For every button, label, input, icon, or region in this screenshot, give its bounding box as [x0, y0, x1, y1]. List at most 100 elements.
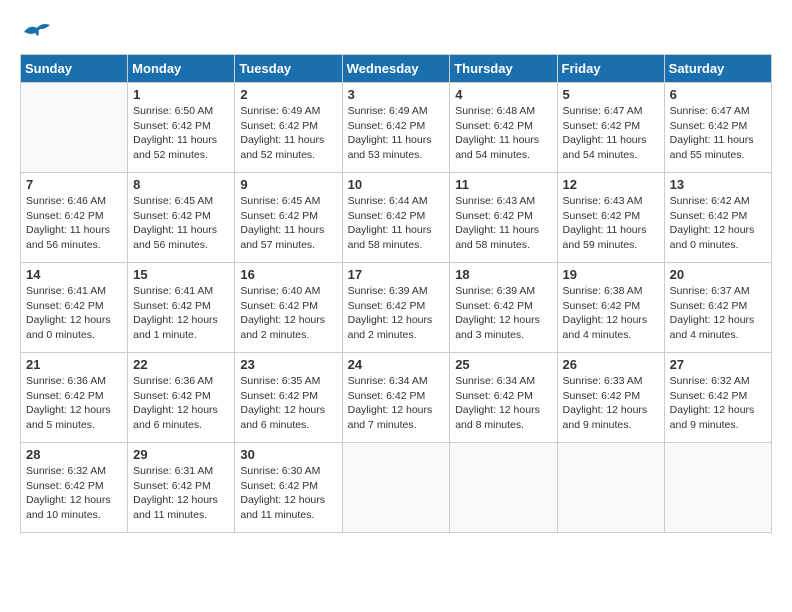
- day-info: Sunrise: 6:37 AM Sunset: 6:42 PM Dayligh…: [670, 284, 766, 343]
- day-info: Sunrise: 6:48 AM Sunset: 6:42 PM Dayligh…: [455, 104, 551, 163]
- calendar-day-cell: 15 Sunrise: 6:41 AM Sunset: 6:42 PM Dayli…: [128, 263, 235, 353]
- day-info: Sunrise: 6:33 AM Sunset: 6:42 PM Dayligh…: [563, 374, 659, 433]
- day-info: Sunrise: 6:49 AM Sunset: 6:42 PM Dayligh…: [348, 104, 445, 163]
- day-number: 29: [133, 447, 229, 462]
- day-info: Sunrise: 6:34 AM Sunset: 6:42 PM Dayligh…: [455, 374, 551, 433]
- day-number: 8: [133, 177, 229, 192]
- day-number: 6: [670, 87, 766, 102]
- day-number: 13: [670, 177, 766, 192]
- day-number: 22: [133, 357, 229, 372]
- calendar-day-cell: 21 Sunrise: 6:36 AM Sunset: 6:42 PM Dayli…: [21, 353, 128, 443]
- day-number: 9: [240, 177, 336, 192]
- calendar-day-cell: 24 Sunrise: 6:34 AM Sunset: 6:42 PM Dayli…: [342, 353, 450, 443]
- day-number: 21: [26, 357, 122, 372]
- day-info: Sunrise: 6:43 AM Sunset: 6:42 PM Dayligh…: [455, 194, 551, 253]
- calendar-week-row: 21 Sunrise: 6:36 AM Sunset: 6:42 PM Dayli…: [21, 353, 772, 443]
- calendar-day-cell: 25Sunrise: 6:34 AM Sunset: 6:42 PM Dayli…: [450, 353, 557, 443]
- calendar-week-row: 28 Sunrise: 6:32 AM Sunset: 6:42 PM Dayli…: [21, 443, 772, 533]
- calendar-day-cell: 30 Sunrise: 6:30 AM Sunset: 6:42 PM Dayli…: [235, 443, 342, 533]
- day-info: Sunrise: 6:31 AM Sunset: 6:42 PM Dayligh…: [133, 464, 229, 523]
- day-info: Sunrise: 6:32 AM Sunset: 6:42 PM Dayligh…: [670, 374, 766, 433]
- calendar-day-cell: 17 Sunrise: 6:39 AM Sunset: 6:42 PM Dayli…: [342, 263, 450, 353]
- day-info: Sunrise: 6:38 AM Sunset: 6:42 PM Dayligh…: [563, 284, 659, 343]
- calendar-day-cell: 9 Sunrise: 6:45 AM Sunset: 6:42 PM Daylig…: [235, 173, 342, 263]
- calendar-week-row: 7Sunrise: 6:46 AM Sunset: 6:42 PM Daylig…: [21, 173, 772, 263]
- weekday-header-cell: Monday: [128, 55, 235, 83]
- calendar-day-cell: 1 Sunrise: 6:50 AM Sunset: 6:42 PM Daylig…: [128, 83, 235, 173]
- day-number: 20: [670, 267, 766, 282]
- day-info: Sunrise: 6:49 AM Sunset: 6:42 PM Dayligh…: [240, 104, 336, 163]
- calendar-day-cell: 11 Sunrise: 6:43 AM Sunset: 6:42 PM Dayli…: [450, 173, 557, 263]
- day-number: 28: [26, 447, 122, 462]
- page-header: [20, 20, 772, 44]
- weekday-header-cell: Thursday: [450, 55, 557, 83]
- day-info: Sunrise: 6:30 AM Sunset: 6:42 PM Dayligh…: [240, 464, 336, 523]
- day-info: Sunrise: 6:41 AM Sunset: 6:42 PM Dayligh…: [133, 284, 229, 343]
- day-number: 19: [563, 267, 659, 282]
- day-info: Sunrise: 6:50 AM Sunset: 6:42 PM Dayligh…: [133, 104, 229, 163]
- calendar-day-cell: 26 Sunrise: 6:33 AM Sunset: 6:42 PM Dayli…: [557, 353, 664, 443]
- day-info: Sunrise: 6:32 AM Sunset: 6:42 PM Dayligh…: [26, 464, 122, 523]
- calendar-day-cell: 5Sunrise: 6:47 AM Sunset: 6:42 PM Daylig…: [557, 83, 664, 173]
- calendar-day-cell: 19 Sunrise: 6:38 AM Sunset: 6:42 PM Dayli…: [557, 263, 664, 353]
- calendar-day-cell: [21, 83, 128, 173]
- calendar-day-cell: 10 Sunrise: 6:44 AM Sunset: 6:42 PM Dayli…: [342, 173, 450, 263]
- day-number: 24: [348, 357, 445, 372]
- day-number: 27: [670, 357, 766, 372]
- day-info: Sunrise: 6:34 AM Sunset: 6:42 PM Dayligh…: [348, 374, 445, 433]
- calendar-day-cell: 4 Sunrise: 6:48 AM Sunset: 6:42 PM Daylig…: [450, 83, 557, 173]
- day-number: 4: [455, 87, 551, 102]
- day-info: Sunrise: 6:45 AM Sunset: 6:42 PM Dayligh…: [133, 194, 229, 253]
- calendar-day-cell: 2 Sunrise: 6:49 AM Sunset: 6:42 PM Daylig…: [235, 83, 342, 173]
- calendar-day-cell: 16Sunrise: 6:40 AM Sunset: 6:42 PM Dayli…: [235, 263, 342, 353]
- calendar-day-cell: 27 Sunrise: 6:32 AM Sunset: 6:42 PM Dayli…: [664, 353, 771, 443]
- calendar-day-cell: 13 Sunrise: 6:42 AM Sunset: 6:42 PM Dayli…: [664, 173, 771, 263]
- day-info: Sunrise: 6:39 AM Sunset: 6:42 PM Dayligh…: [455, 284, 551, 343]
- calendar-week-row: 1 Sunrise: 6:50 AM Sunset: 6:42 PM Daylig…: [21, 83, 772, 173]
- day-number: 3: [348, 87, 445, 102]
- calendar-week-row: 14 Sunrise: 6:41 AM Sunset: 6:42 PM Dayli…: [21, 263, 772, 353]
- weekday-header-row: SundayMondayTuesdayWednesdayThursdayFrid…: [21, 55, 772, 83]
- weekday-header-cell: Wednesday: [342, 55, 450, 83]
- day-number: 23: [240, 357, 336, 372]
- day-number: 30: [240, 447, 336, 462]
- day-number: 11: [455, 177, 551, 192]
- day-info: Sunrise: 6:40 AM Sunset: 6:42 PM Dayligh…: [240, 284, 336, 343]
- calendar-day-cell: 18Sunrise: 6:39 AM Sunset: 6:42 PM Dayli…: [450, 263, 557, 353]
- day-number: 10: [348, 177, 445, 192]
- calendar-body: 1 Sunrise: 6:50 AM Sunset: 6:42 PM Daylig…: [21, 83, 772, 533]
- day-number: 12: [563, 177, 659, 192]
- day-number: 7: [26, 177, 122, 192]
- day-number: 15: [133, 267, 229, 282]
- calendar-day-cell: [342, 443, 450, 533]
- calendar-day-cell: [450, 443, 557, 533]
- weekday-header-cell: Tuesday: [235, 55, 342, 83]
- day-info: Sunrise: 6:47 AM Sunset: 6:42 PM Dayligh…: [670, 104, 766, 163]
- calendar-day-cell: 8 Sunrise: 6:45 AM Sunset: 6:42 PM Daylig…: [128, 173, 235, 263]
- day-info: Sunrise: 6:36 AM Sunset: 6:42 PM Dayligh…: [26, 374, 122, 433]
- weekday-header-cell: Sunday: [21, 55, 128, 83]
- day-info: Sunrise: 6:41 AM Sunset: 6:42 PM Dayligh…: [26, 284, 122, 343]
- weekday-header-cell: Friday: [557, 55, 664, 83]
- day-number: 1: [133, 87, 229, 102]
- day-info: Sunrise: 6:35 AM Sunset: 6:42 PM Dayligh…: [240, 374, 336, 433]
- weekday-header-cell: Saturday: [664, 55, 771, 83]
- calendar-day-cell: [664, 443, 771, 533]
- day-number: 2: [240, 87, 336, 102]
- calendar-table: SundayMondayTuesdayWednesdayThursdayFrid…: [20, 54, 772, 533]
- calendar-day-cell: 6 Sunrise: 6:47 AM Sunset: 6:42 PM Daylig…: [664, 83, 771, 173]
- day-info: Sunrise: 6:44 AM Sunset: 6:42 PM Dayligh…: [348, 194, 445, 253]
- day-info: Sunrise: 6:42 AM Sunset: 6:42 PM Dayligh…: [670, 194, 766, 253]
- calendar-day-cell: 3 Sunrise: 6:49 AM Sunset: 6:42 PM Daylig…: [342, 83, 450, 173]
- calendar-day-cell: 7Sunrise: 6:46 AM Sunset: 6:42 PM Daylig…: [21, 173, 128, 263]
- calendar-day-cell: 29 Sunrise: 6:31 AM Sunset: 6:42 PM Dayli…: [128, 443, 235, 533]
- day-info: Sunrise: 6:36 AM Sunset: 6:42 PM Dayligh…: [133, 374, 229, 433]
- day-number: 17: [348, 267, 445, 282]
- day-number: 26: [563, 357, 659, 372]
- day-info: Sunrise: 6:39 AM Sunset: 6:42 PM Dayligh…: [348, 284, 445, 343]
- calendar-day-cell: 12Sunrise: 6:43 AM Sunset: 6:42 PM Dayli…: [557, 173, 664, 263]
- day-number: 14: [26, 267, 122, 282]
- calendar-day-cell: 14 Sunrise: 6:41 AM Sunset: 6:42 PM Dayli…: [21, 263, 128, 353]
- day-info: Sunrise: 6:47 AM Sunset: 6:42 PM Dayligh…: [563, 104, 659, 163]
- day-info: Sunrise: 6:45 AM Sunset: 6:42 PM Dayligh…: [240, 194, 336, 253]
